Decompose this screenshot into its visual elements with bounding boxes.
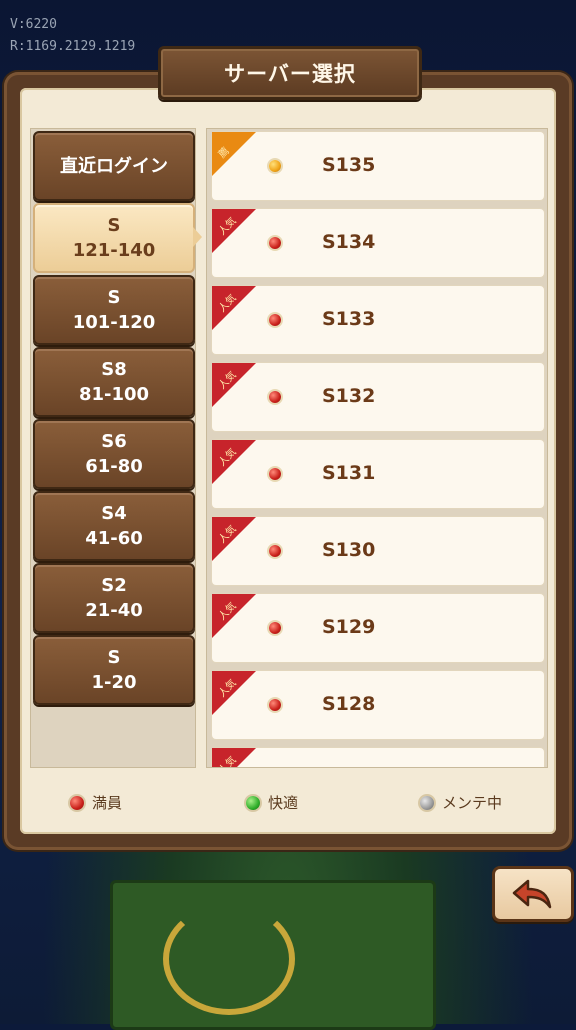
background-signboard — [110, 880, 436, 1030]
category-recent-login[interactable]: 直近ログイン — [33, 131, 195, 201]
server-name: S135 — [322, 154, 376, 176]
status-dot-icon — [269, 699, 281, 711]
title-plate: サーバー選択 — [158, 46, 422, 100]
category-21-40[interactable]: S2 21-40 — [33, 563, 195, 633]
legend-comfortable: 快適 — [246, 792, 298, 813]
category-61-80[interactable]: S6 61-80 — [33, 419, 195, 489]
category-range: 21-40 — [85, 600, 143, 621]
server-row-s133[interactable]: 人気 S133 — [211, 285, 545, 355]
category-range: 121-140 — [72, 240, 156, 261]
server-row-s129[interactable]: 人気 S129 — [211, 593, 545, 663]
category-label: S8 — [101, 359, 127, 380]
server-list[interactable]: 薦 S135 人気 S134 人気 S133 人気 S132 人気 S131 人… — [206, 128, 548, 768]
legend-comfortable-label: 快適 — [268, 794, 299, 812]
dialog-title: サーバー選択 — [224, 62, 356, 86]
category-81-100[interactable]: S8 81-100 — [33, 347, 195, 417]
category-label: S — [107, 647, 121, 668]
category-label: S — [107, 215, 121, 236]
server-row-partial[interactable]: 人気 — [211, 747, 545, 767]
server-name: S128 — [322, 693, 376, 715]
server-name: S134 — [322, 231, 376, 253]
category-label: S — [107, 287, 121, 308]
server-name: S131 — [322, 462, 376, 484]
server-name: S133 — [322, 308, 376, 330]
category-label: S4 — [101, 503, 127, 524]
status-dot-icon — [269, 314, 281, 326]
category-list: 直近ログイン S 121-140 S 101-120 S8 81-100 S6 … — [30, 128, 202, 768]
return-arrow-icon — [512, 879, 552, 909]
server-row-s135[interactable]: 薦 S135 — [211, 131, 545, 201]
category-range: 61-80 — [85, 456, 143, 477]
comfortable-status-icon — [246, 795, 260, 810]
legend-maintenance: メンテ中 — [420, 792, 502, 813]
legend-maintenance-label: メンテ中 — [442, 794, 503, 812]
status-dot-icon — [269, 237, 281, 249]
server-name: S129 — [322, 616, 376, 638]
category-101-120[interactable]: S 101-120 — [33, 275, 195, 345]
category-range: 101-120 — [72, 312, 156, 333]
server-row-s131[interactable]: 人気 S131 — [211, 439, 545, 509]
resource-version: R:1169.2129.1219 — [10, 39, 136, 54]
server-row-s132[interactable]: 人気 S132 — [211, 362, 545, 432]
server-name: S130 — [322, 539, 376, 561]
status-dot-icon — [269, 622, 281, 634]
category-range: 81-100 — [78, 384, 150, 405]
category-label: S6 — [101, 431, 127, 452]
category-121-140[interactable]: S 121-140 — [33, 203, 202, 273]
category-range: 1-20 — [91, 672, 137, 693]
status-dot-icon — [269, 468, 281, 480]
status-dot-icon — [269, 391, 281, 403]
full-status-icon — [70, 795, 84, 810]
category-41-60[interactable]: S4 41-60 — [33, 491, 195, 561]
version-number: V:6220 — [10, 17, 57, 32]
server-row-s134[interactable]: 人気 S134 — [211, 208, 545, 278]
server-name: S132 — [322, 385, 376, 407]
server-row-s128[interactable]: 人気 S128 — [211, 670, 545, 740]
legend-full: 満員 — [70, 792, 122, 813]
category-label: 直近ログイン — [60, 155, 168, 177]
legend-full-label: 満員 — [92, 794, 123, 812]
category-range: 41-60 — [85, 528, 143, 549]
back-button[interactable] — [492, 866, 574, 922]
status-dot-icon — [269, 160, 281, 172]
status-dot-icon — [269, 545, 281, 557]
server-row-s130[interactable]: 人気 S130 — [211, 516, 545, 586]
maintenance-status-icon — [420, 795, 434, 810]
version-info: V:6220 R:1169.2129.1219 — [10, 14, 135, 58]
category-label: S2 — [101, 575, 127, 596]
category-1-20[interactable]: S 1-20 — [33, 635, 195, 705]
